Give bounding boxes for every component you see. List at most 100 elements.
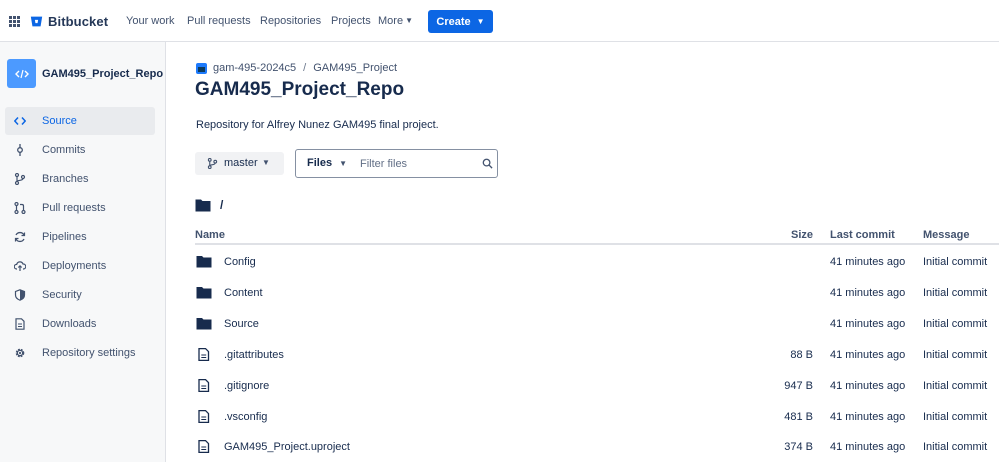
sidebar: GAM495_Project_Repo Source Commits Branc… (0, 42, 166, 462)
create-button[interactable]: Create ▼ (428, 10, 493, 33)
files-select-label: Files (307, 157, 333, 169)
file-name[interactable]: .vsconfig (224, 411, 267, 423)
table-header: Name Size Last commit Message (195, 228, 999, 245)
file-icon (198, 348, 210, 361)
folder-icon (196, 287, 212, 299)
table-row[interactable]: Source 41 minutes ago Initial commit (195, 308, 999, 339)
last-commit-time: 41 minutes ago (830, 287, 906, 299)
filter-files-input[interactable] (360, 156, 475, 172)
file-icon (198, 440, 210, 453)
sidebar-item-downloads[interactable]: Downloads (5, 310, 155, 338)
code-icon (14, 69, 29, 78)
sidebar-item-label: Source (42, 115, 77, 127)
file-icon (15, 318, 25, 330)
sidebar-item-label: Pipelines (42, 231, 87, 243)
top-navigation: Bitbucket Your work Pull requests Reposi… (0, 0, 999, 42)
chevron-down-icon: ▼ (262, 158, 270, 167)
commit-message[interactable]: Initial commit (923, 411, 987, 423)
app-switcher-icon[interactable] (9, 16, 20, 27)
file-name[interactable]: .gitignore (224, 380, 269, 392)
pipelines-icon (14, 231, 26, 243)
file-size: 88 B (790, 349, 813, 361)
commit-message[interactable]: Initial commit (923, 287, 987, 299)
sidebar-item-source[interactable]: Source (5, 107, 155, 135)
sidebar-item-branches[interactable]: Branches (5, 165, 155, 193)
chevron-down-icon: ▼ (339, 159, 347, 168)
nav-your-work[interactable]: Your work (126, 15, 175, 27)
create-button-label: Create (436, 15, 471, 28)
file-filter: Files ▼ (295, 149, 498, 178)
folder-icon (196, 256, 212, 268)
file-name[interactable]: Source (224, 318, 259, 330)
breadcrumb: gam-495-2024c5 / GAM495_Project (196, 62, 397, 74)
column-name[interactable]: Name (195, 229, 225, 241)
commit-message[interactable]: Initial commit (923, 349, 987, 361)
table-row[interactable]: .vsconfig 481 B 41 minutes ago Initial c… (195, 401, 999, 432)
sidebar-item-pipelines[interactable]: Pipelines (5, 223, 155, 251)
commit-message[interactable]: Initial commit (923, 380, 987, 392)
breadcrumb-project[interactable]: GAM495_Project (313, 62, 397, 74)
file-size: 481 B (784, 411, 813, 423)
nav-pull-requests[interactable]: Pull requests (187, 15, 251, 27)
last-commit-time: 41 minutes ago (830, 256, 906, 268)
repo-avatar[interactable] (7, 59, 36, 88)
sidebar-item-label: Branches (42, 173, 89, 185)
commit-message[interactable]: Initial commit (923, 441, 987, 453)
table-row[interactable]: .gitignore 947 B 41 minutes ago Initial … (195, 370, 999, 401)
pull-request-icon (14, 202, 26, 214)
brand-name: Bitbucket (48, 13, 109, 29)
commit-message[interactable]: Initial commit (923, 318, 987, 330)
file-icon (198, 379, 210, 392)
table-row[interactable]: Config 41 minutes ago Initial commit (195, 246, 999, 277)
search-icon[interactable] (482, 158, 493, 169)
branch-name: master (224, 157, 258, 169)
file-name[interactable]: .gitattributes (224, 349, 284, 361)
sidebar-item-label: Commits (42, 144, 86, 156)
sidebar-item-label: Security (42, 289, 82, 301)
sidebar-item-label: Repository settings (42, 347, 136, 359)
code-icon (14, 116, 26, 126)
nav-projects[interactable]: Projects (331, 15, 371, 27)
path-text: / (220, 198, 224, 212)
bitbucket-logo[interactable]: Bitbucket (30, 13, 108, 29)
nav-repositories[interactable]: Repositories (260, 15, 321, 27)
file-name[interactable]: GAM495_Project.uproject (224, 441, 350, 453)
sidebar-item-security[interactable]: Security (5, 281, 155, 309)
file-size: 374 B (784, 441, 813, 453)
commit-message[interactable]: Initial commit (923, 256, 987, 268)
table-row[interactable]: GAM495_Project.uproject 374 B 41 minutes… (195, 431, 999, 462)
folder-icon (195, 199, 211, 212)
file-name[interactable]: Config (224, 256, 256, 268)
column-message[interactable]: Message (923, 229, 969, 241)
last-commit-time: 41 minutes ago (830, 411, 906, 423)
breadcrumb-workspace[interactable]: gam-495-2024c5 (213, 62, 296, 74)
gear-icon (15, 348, 25, 358)
branch-selector[interactable]: master ▼ (195, 152, 284, 175)
file-size: 947 B (784, 380, 813, 392)
sidebar-item-commits[interactable]: Commits (5, 136, 155, 164)
file-name[interactable]: Content (224, 287, 263, 299)
shield-icon (14, 289, 26, 301)
branch-icon (14, 173, 26, 185)
file-icon (198, 410, 210, 423)
sidebar-item-pull-requests[interactable]: Pull requests (5, 194, 155, 222)
branch-icon (207, 158, 218, 169)
current-path: / (195, 198, 223, 212)
last-commit-time: 41 minutes ago (830, 318, 906, 330)
chevron-down-icon: ▼ (476, 17, 485, 26)
column-last-commit[interactable]: Last commit (830, 229, 895, 241)
last-commit-time: 41 minutes ago (830, 441, 906, 453)
table-row[interactable]: Content 41 minutes ago Initial commit (195, 277, 999, 308)
sidebar-item-deployments[interactable]: Deployments (5, 252, 155, 280)
breadcrumb-separator: / (303, 62, 307, 74)
sidebar-item-repository-settings[interactable]: Repository settings (5, 339, 155, 367)
commit-icon (17, 144, 23, 156)
sidebar-repo-name[interactable]: GAM495_Project_Repo (42, 68, 163, 80)
nav-more[interactable]: More ▼ (378, 15, 413, 27)
repo-description: Repository for Alfrey Nunez GAM495 final… (196, 119, 439, 131)
page-title: GAM495_Project_Repo (195, 79, 405, 100)
table-row[interactable]: .gitattributes 88 B 41 minutes ago Initi… (195, 339, 999, 370)
chevron-down-icon: ▼ (405, 16, 413, 25)
files-type-select[interactable]: Files ▼ (307, 157, 347, 169)
column-size[interactable]: Size (791, 229, 813, 241)
